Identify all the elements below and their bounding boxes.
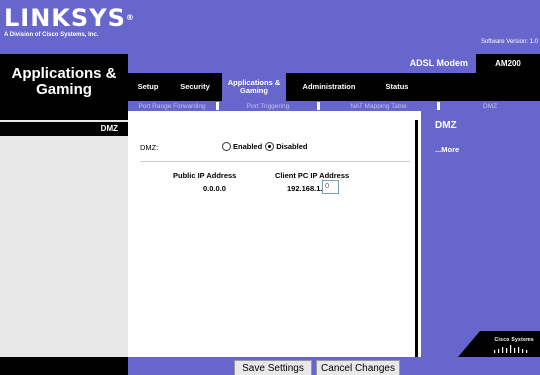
tab-applications-gaming[interactable]: Applications & Gaming [222,73,286,101]
sidebar-label: DMZ [100,124,118,133]
brand-subtitle: A Division of Cisco Systems, Inc. [4,32,99,38]
cisco-bridge-icon [494,345,528,353]
dmz-enabled-radio[interactable] [222,142,231,151]
dmz-disabled-label[interactable]: Disabled [276,142,307,151]
dmz-disabled-radio[interactable] [265,142,275,151]
page-title: Applications & Gaming [11,65,117,98]
tab-status[interactable]: Status [372,73,422,101]
public-ip-value: 0.0.0.0 [203,184,226,193]
public-ip-header: Public IP Address [173,171,237,180]
tab-setup[interactable]: Setup [128,73,168,101]
help-title: DMZ [435,120,457,131]
brand-text: LINKSYS [4,4,126,32]
cisco-logo: Cisco Systems [480,331,540,357]
product-bar: ADSL Modem AM200 [128,54,540,73]
tab-security[interactable]: Security [168,73,222,101]
tab-administration[interactable]: Administration [286,73,372,101]
cisco-logo-slant [458,331,480,357]
section-head: Applications & Gaming [0,54,128,131]
top-banner: LINKSYS® A Division of Cisco Systems, In… [0,0,540,54]
cancel-changes-button[interactable]: Cancel Changes [316,360,400,375]
dmz-enabled-label[interactable]: Enabled [233,142,262,151]
client-ip-prefix: 192.168.1. [287,184,323,193]
dmz-field-label: DMZ: [140,143,159,152]
client-ip-header: Client PC IP Address [275,171,350,180]
help-panel: DMZ ...More Cisco Systems [421,111,540,357]
model-number: AM200 [476,54,540,73]
sidebar [0,120,128,357]
footer-bar: Save Settings Cancel Changes [128,357,540,375]
subtab-port-range-forwarding[interactable]: Port Range Forwarding [128,103,216,110]
subtab-dmz[interactable]: DMZ [440,103,540,110]
help-more-link[interactable]: ...More [435,145,459,154]
subtab-nat-mapping-table[interactable]: NAT Mapping Table [320,103,437,110]
brand-mark: ® [125,13,135,22]
sub-tabs: Port Range Forwarding Port Triggering NA… [128,101,540,111]
subtab-port-triggering[interactable]: Port Triggering [219,103,317,110]
linksys-logo: LINKSYS® [4,6,135,30]
divider [140,161,410,162]
dmz-radio-group: Enabled Disabled [222,142,310,151]
sidebar-label-bar: DMZ [0,122,128,136]
save-settings-button[interactable]: Save Settings [234,360,312,375]
product-name: ADSL Modem [409,58,468,68]
main-tabs: Setup Security Applications & Gaming Adm… [128,73,540,101]
client-ip-last-octet-input[interactable]: 0 [322,180,339,194]
cisco-logo-text: Cisco Systems [494,337,534,343]
dmz-settings-panel: DMZ: Enabled Disabled Public IP Address … [128,120,418,357]
footer-left [0,357,128,375]
software-version: Software Version: 1.0 [480,39,538,45]
